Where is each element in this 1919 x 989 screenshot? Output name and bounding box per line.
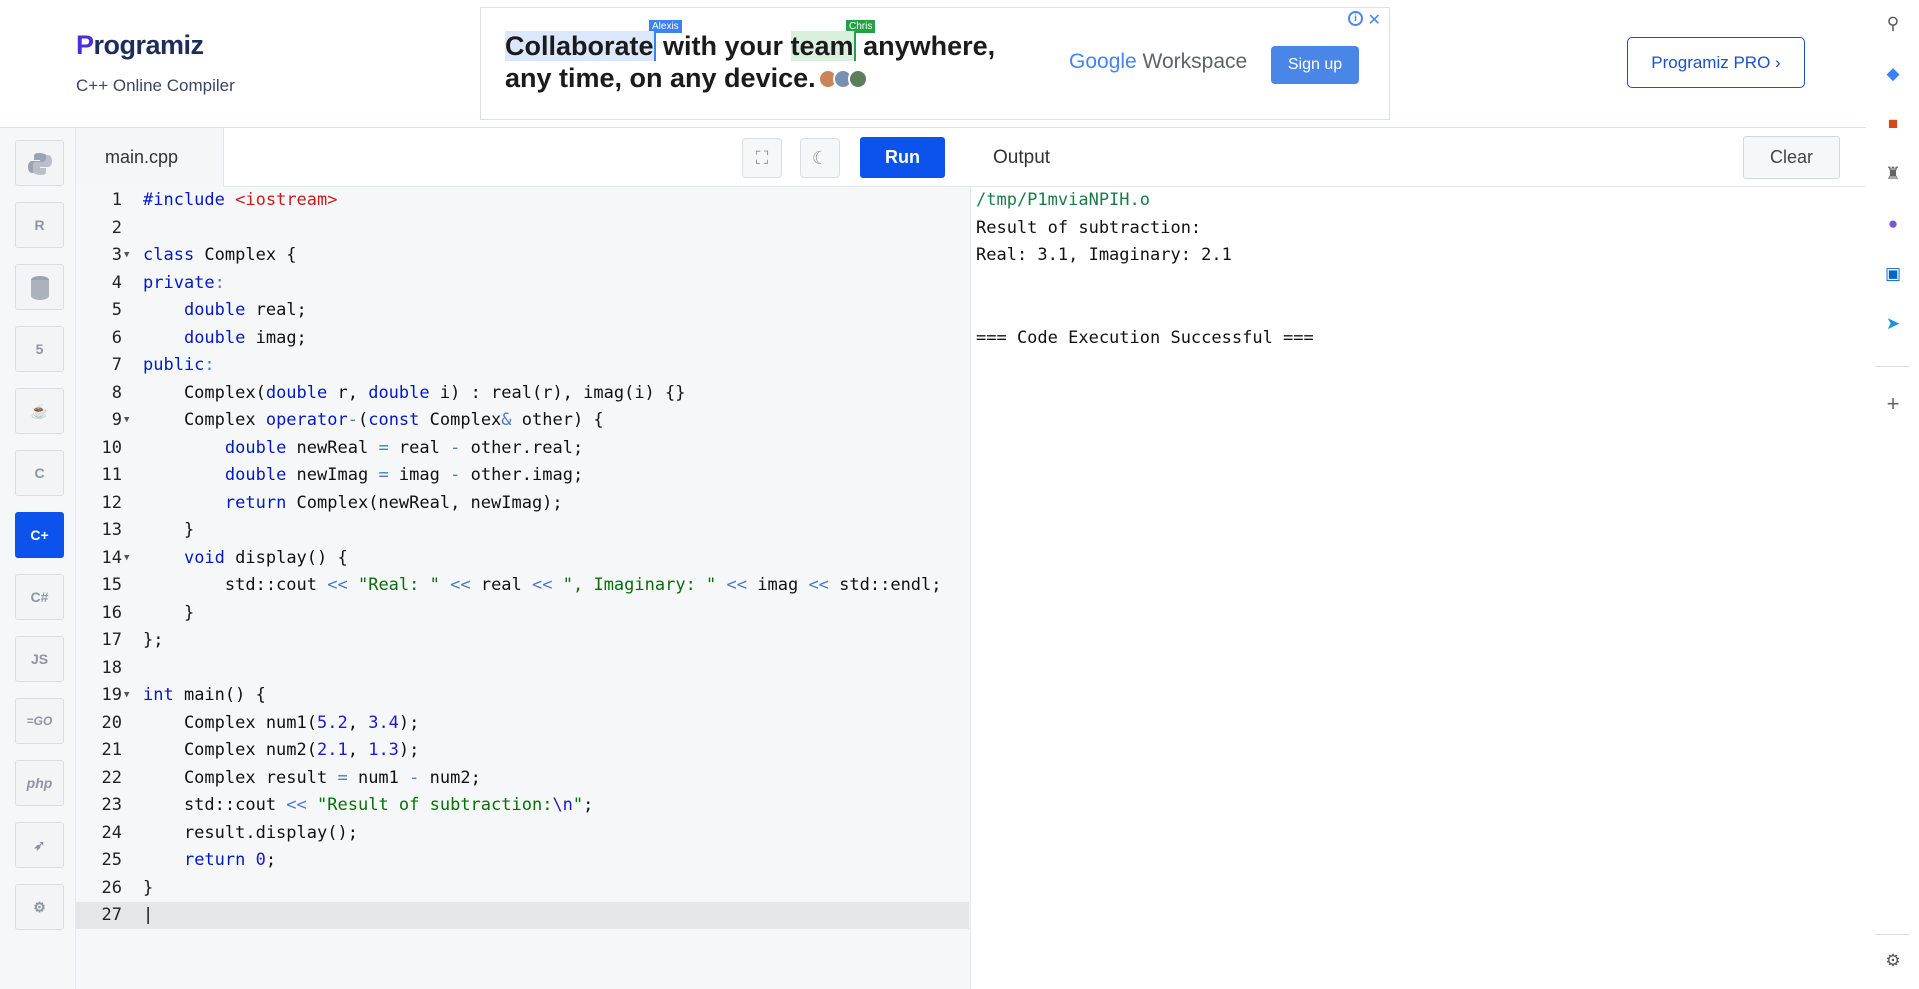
ad-info-icon[interactable]: i — [1348, 11, 1363, 26]
avatar — [848, 68, 869, 89]
editor-toolbar: main.cpp ⛶ ☾ Run — [76, 128, 971, 187]
ad-headline: Collaborate with your team anywhere, any… — [505, 30, 995, 96]
sql-database-icon[interactable] — [15, 264, 64, 310]
ad-signup-button[interactable]: Sign up — [1271, 46, 1359, 84]
chess-icon[interactable]: ♜ — [1883, 164, 1903, 184]
fullscreen-icon[interactable]: ⛶ — [742, 138, 782, 178]
dark-mode-icon[interactable]: ☾ — [800, 138, 840, 178]
run-button[interactable]: Run — [860, 137, 945, 178]
output-line: Real: 3.1, Imaginary: 2.1 — [976, 245, 1232, 265]
c-icon[interactable]: C — [15, 450, 64, 496]
cpp-icon[interactable]: C+ — [15, 512, 64, 558]
code-line: 16 } — [101, 602, 195, 623]
header: Programiz C++ Online Compiler Alexis Chr… — [0, 0, 1866, 128]
code-line: 12 return Complex(newReal, newImag); — [101, 492, 563, 513]
csharp-icon[interactable]: C# — [15, 574, 64, 620]
code-line: 26} — [101, 877, 154, 898]
code-line: 8 Complex(double r, double i) : real(r),… — [111, 382, 686, 403]
rail-divider — [1876, 934, 1909, 935]
output-line: === Code Execution Successful === — [976, 327, 1314, 348]
javascript-icon[interactable]: JS — [15, 636, 64, 682]
code-line: 9 ▼ Complex operator-(const Complex& othe… — [111, 410, 604, 430]
html5-icon[interactable]: 5 — [15, 326, 64, 372]
rail-divider — [1876, 366, 1909, 367]
code-line: 18 — [101, 657, 122, 678]
code-line: 14 ▼ void display() { — [101, 547, 348, 568]
gear-icon[interactable]: ⚙ — [1883, 951, 1903, 971]
code-line: 10 double newReal = real - other.real; — [101, 437, 584, 458]
browser-sidebar: ⚲ ◆ ■ ♜ ● ▣ ➤ + ⚙ — [1866, 0, 1919, 989]
code-line: 19 ▼ int main() { — [101, 685, 266, 705]
code-line: 13 } — [101, 520, 195, 540]
code-line: 3 ▼ class Complex { — [111, 245, 297, 265]
code-line: 25 return 0; — [101, 850, 277, 870]
add-icon[interactable]: + — [1883, 393, 1903, 415]
code-line: 5 double real; — [111, 300, 307, 320]
code-line: 15 std::cout << "Real: " << real << ", I… — [101, 575, 942, 595]
code-line: 24 result.display(); — [101, 822, 358, 843]
language-sidebar: R 5 ☕ C C+ C# JS =GO php ➶ ⚙ — [0, 128, 76, 989]
output-line: /tmp/P1mviaNPIH.o — [976, 190, 1150, 210]
avatars-group — [818, 64, 869, 96]
swift-icon[interactable]: ➶ — [15, 822, 64, 868]
r-icon[interactable]: R — [15, 202, 64, 248]
page-subtitle: C++ Online Compiler — [76, 76, 235, 95]
output-panel: /tmp/P1mviaNPIH.o Result of subtraction:… — [971, 187, 1866, 989]
rust-icon[interactable]: ⚙ — [15, 884, 64, 930]
code-line: 6 double imag; — [111, 327, 307, 348]
google-workspace-logo: Google Workspace — [1069, 50, 1248, 73]
output-toolbar: Output Clear — [971, 128, 1866, 187]
code-editor[interactable]: 1 #include <iostream> 2 3 ▼ class Complex {… — [76, 187, 971, 989]
code-line: 1 #include <iostream> — [111, 190, 338, 210]
code-line: 21 Complex num2(2.1, 1.3); — [101, 740, 420, 760]
code-line: 4 private: — [111, 272, 225, 293]
search-icon[interactable]: ⚲ — [1883, 14, 1903, 34]
outlook-icon[interactable]: ▣ — [1883, 264, 1903, 284]
output-line: Result of subtraction: — [976, 217, 1202, 238]
programiz-logo[interactable]: Programiz — [76, 30, 204, 61]
programiz-pro-button[interactable]: Programiz PRO › — [1627, 37, 1805, 88]
clear-button[interactable]: Clear — [1743, 136, 1840, 179]
code-line: 20 Complex num1(5.2, 3.4); — [101, 712, 420, 733]
app: Programiz C++ Online Compiler Alexis Chr… — [0, 0, 1866, 989]
code-line-current: 27 | — [76, 902, 969, 929]
toolbox-icon[interactable]: ■ — [1883, 114, 1903, 134]
code-line: 2 — [111, 217, 122, 238]
ad-close-icon[interactable]: ✕ — [1368, 10, 1381, 30]
code-line: 23 std::cout << "Result of subtraction:\… — [101, 795, 594, 815]
code-line: 11 double newImag = imag - other.imag; — [101, 465, 584, 485]
code-line: 17}; — [101, 630, 164, 650]
java-icon[interactable]: ☕ — [15, 388, 64, 434]
python-icon[interactable] — [15, 140, 64, 186]
tag-icon[interactable]: ◆ — [1883, 64, 1903, 84]
copilot-icon[interactable]: ● — [1883, 214, 1903, 234]
output-title: Output — [993, 147, 1051, 168]
send-icon[interactable]: ➤ — [1883, 314, 1903, 334]
go-icon[interactable]: =GO — [15, 698, 64, 744]
php-icon[interactable]: php — [15, 760, 64, 806]
ad-banner[interactable]: Alexis Chris Collaborate with your team … — [480, 7, 1390, 120]
code-line: 22 Complex result = num1 - num2; — [101, 767, 481, 788]
code-line: 7 public: — [111, 355, 215, 375]
tab-main-cpp[interactable]: main.cpp — [76, 128, 224, 187]
